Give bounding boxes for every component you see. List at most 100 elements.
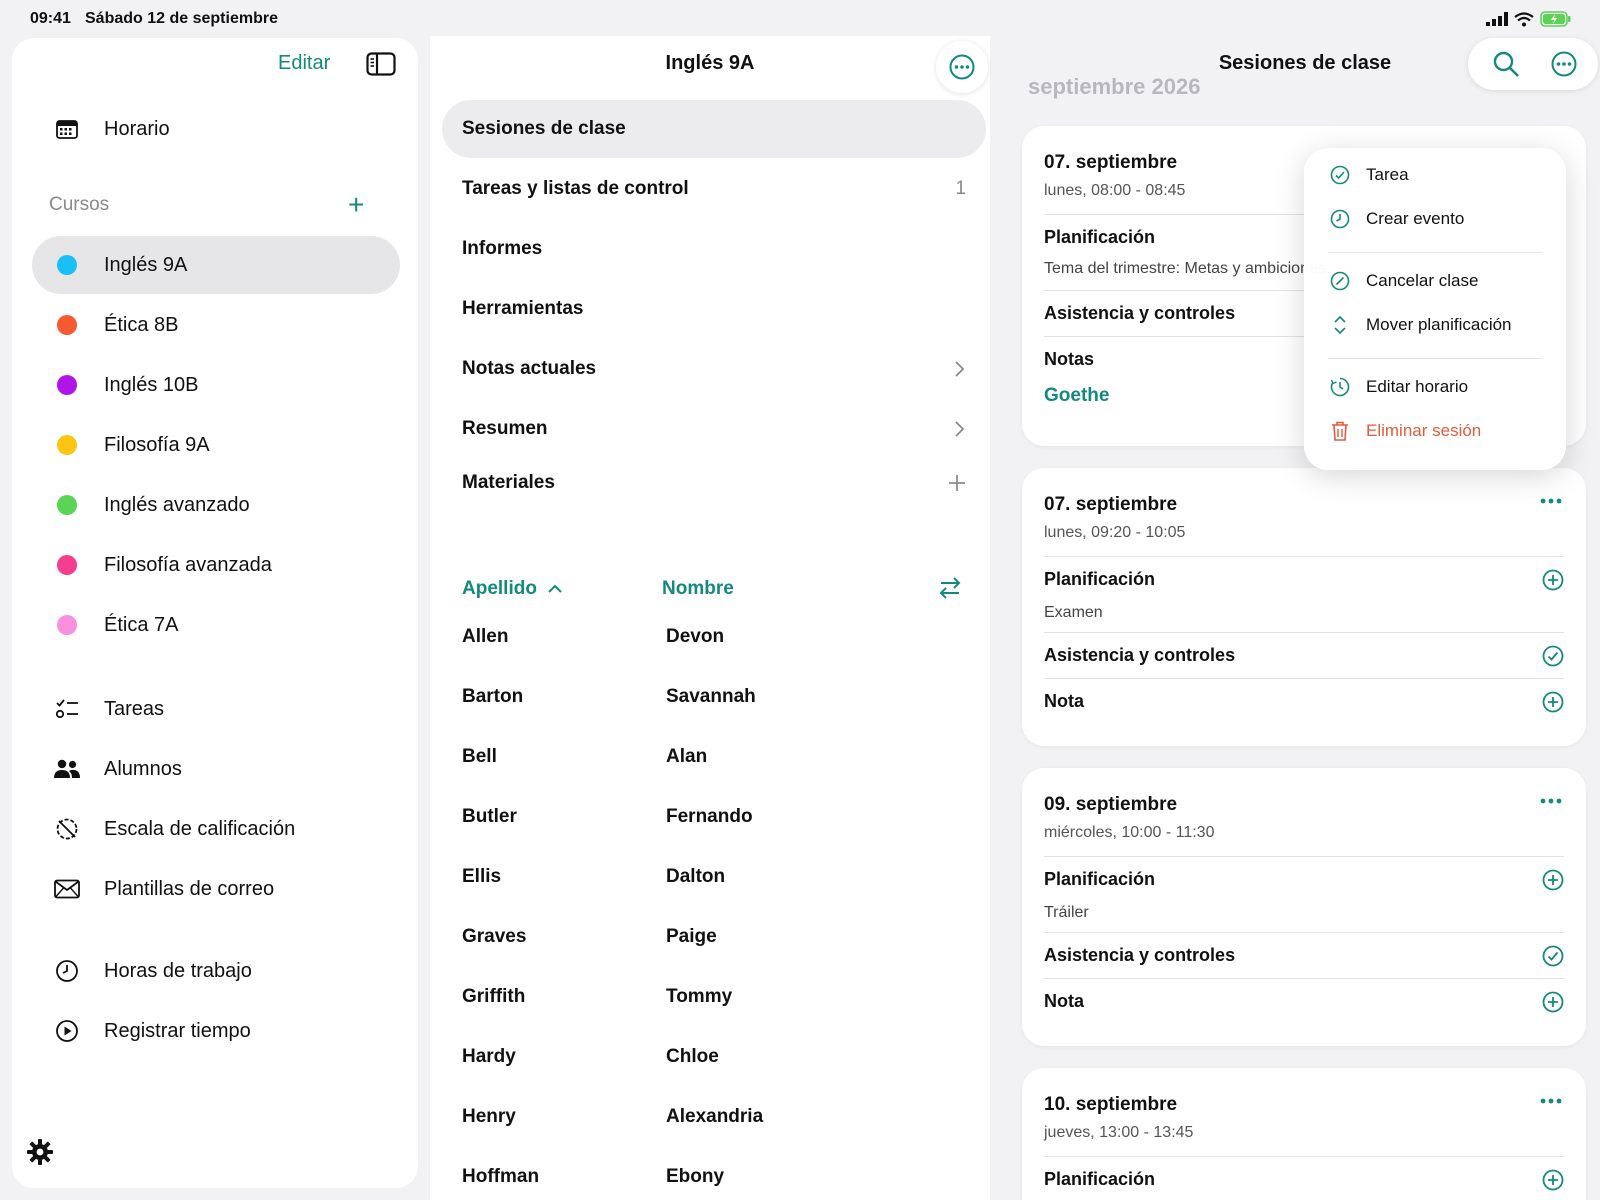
- nav-herramientas[interactable]: Herramientas: [442, 280, 986, 338]
- student-row[interactable]: Hoffman Ebony: [462, 1158, 962, 1198]
- sidebar-course-ingles-10b[interactable]: Inglés 10B: [32, 356, 400, 414]
- more-circle-icon[interactable]: [1550, 50, 1578, 78]
- cancel-circle-icon: [1328, 271, 1352, 291]
- student-row[interactable]: Hardy Chloe: [462, 1038, 962, 1078]
- note-row[interactable]: Nota: [1044, 678, 1564, 724]
- student-row[interactable]: Butler Fernando: [462, 798, 962, 838]
- menu-item-crear-evento[interactable]: Crear evento: [1328, 202, 1548, 236]
- student-row[interactable]: Barton Savannah: [462, 678, 962, 718]
- nav-notas-actuales[interactable]: Notas actuales: [442, 340, 986, 398]
- sort-first-name-button[interactable]: Nombre: [662, 578, 734, 600]
- edit-button[interactable]: Editar: [278, 52, 330, 75]
- session-card[interactable]: 09. septiembre miércoles, 10:00 - 11:30 …: [1022, 768, 1586, 1046]
- planning-text: Examen: [1044, 604, 1103, 621]
- plus-icon[interactable]: [948, 474, 966, 492]
- clock-edit-icon: [1328, 377, 1352, 397]
- attendance-row[interactable]: Asistencia y controles: [1044, 632, 1564, 678]
- student-row[interactable]: Griffith Tommy: [462, 978, 962, 1018]
- course-more-button[interactable]: [936, 41, 988, 93]
- sidebar-item-label: Horas de trabajo: [104, 959, 252, 982]
- student-row[interactable]: Allen Devon: [462, 618, 962, 658]
- student-row[interactable]: Graves Paige: [462, 918, 962, 958]
- menu-item-tarea[interactable]: Tarea: [1328, 158, 1548, 192]
- menu-item-editar-horario[interactable]: Editar horario: [1328, 370, 1548, 404]
- nav-tareas[interactable]: Tareas y listas de control 1: [442, 160, 986, 218]
- more-circle-icon: [949, 54, 975, 80]
- planning-row[interactable]: Planificación: [1044, 556, 1564, 632]
- sidebar-course-ingles-avanzado[interactable]: Inglés avanzado: [32, 476, 400, 534]
- nav-informes[interactable]: Informes: [442, 220, 986, 278]
- menu-item-label: Crear evento: [1366, 209, 1465, 228]
- sidebar-item-tareas[interactable]: Tareas: [32, 680, 400, 738]
- nav-resumen[interactable]: Resumen: [442, 400, 986, 458]
- student-first-name: Savannah: [666, 686, 756, 707]
- more-dots-icon[interactable]: [1540, 798, 1562, 804]
- battery-icon: [1540, 11, 1571, 27]
- chevron-updown-icon: [1328, 315, 1352, 335]
- menu-item-eliminar-sesion[interactable]: Eliminar sesión: [1328, 414, 1548, 448]
- sidebar-course-etica-7a[interactable]: Ética 7A: [32, 596, 400, 654]
- planning-label: Planificación: [1044, 227, 1156, 247]
- sidebar-item-label: Registrar tiempo: [104, 1019, 251, 1042]
- student-row[interactable]: Henry Alexandria: [462, 1098, 962, 1138]
- session-card[interactable]: 07. septiembre lunes, 09:20 - 10:05 Plan…: [1022, 468, 1586, 746]
- clock-icon: [1328, 209, 1352, 229]
- sidebar-item-horas-trabajo[interactable]: Horas de trabajo: [32, 942, 400, 1000]
- check-circle-icon[interactable]: [1542, 645, 1564, 667]
- menu-item-mover-planificacion[interactable]: Mover planificación: [1328, 308, 1548, 342]
- sidebar-course-label: Filosofía 9A: [104, 433, 210, 456]
- course-title: Inglés 9A: [665, 52, 755, 74]
- sidebar-course-etica-8b[interactable]: Ética 8B: [32, 296, 400, 354]
- nav-materiales[interactable]: Materiales: [442, 454, 986, 512]
- planning-row[interactable]: Planificación: [1044, 856, 1564, 932]
- planning-row[interactable]: Planificación: [1044, 1156, 1564, 1200]
- nav-label: Informes: [462, 238, 543, 259]
- note-row[interactable]: Nota: [1044, 978, 1564, 1024]
- plus-circle-icon[interactable]: [1542, 869, 1564, 891]
- sidebar-course-ingles-9a[interactable]: Inglés 9A: [32, 236, 400, 294]
- sidebar-item-registrar-tiempo[interactable]: Registrar tiempo: [32, 1002, 400, 1060]
- student-row[interactable]: Bell Alan: [462, 738, 962, 778]
- plus-circle-icon[interactable]: [1542, 1169, 1564, 1191]
- nav-sesiones[interactable]: Sesiones de clase: [442, 100, 986, 158]
- sidebar-course-filosofia-9a[interactable]: Filosofía 9A: [32, 416, 400, 474]
- check-circle-icon[interactable]: [1542, 945, 1564, 967]
- session-time: miércoles, 10:00 - 11:30: [1044, 824, 1215, 841]
- sidebar-item-label: Escala de calificación: [104, 817, 296, 840]
- settings-gear-icon[interactable]: [26, 1138, 54, 1166]
- plus-circle-icon[interactable]: [1542, 991, 1564, 1013]
- course-detail-column: Inglés 9A Sesiones de clase Tareas y lis…: [430, 36, 990, 1200]
- check-circle-icon: [1328, 165, 1352, 185]
- search-icon[interactable]: [1492, 50, 1520, 78]
- sidebar-item-plantillas[interactable]: Plantillas de correo: [32, 860, 400, 918]
- sidebar-course-label: Inglés avanzado: [104, 493, 250, 516]
- student-first-name: Dalton: [666, 866, 726, 887]
- add-course-button[interactable]: +: [348, 191, 364, 219]
- trash-icon: [1328, 421, 1352, 441]
- student-row[interactable]: Ellis Dalton: [462, 858, 962, 898]
- menu-item-cancelar-clase[interactable]: Cancelar clase: [1328, 264, 1548, 298]
- sort-last-name-button[interactable]: Apellido: [462, 578, 562, 600]
- sidebar-toggle-icon[interactable]: [366, 52, 396, 76]
- student-first-name: Fernando: [666, 806, 753, 827]
- status-bar: 09:41 Sábado 12 de septiembre: [0, 0, 1600, 36]
- sidebar-item-horario[interactable]: Horario: [32, 100, 400, 158]
- status-date: Sábado 12 de septiembre: [85, 10, 278, 27]
- attendance-label: Asistencia y controles: [1044, 945, 1236, 965]
- attendance-row[interactable]: Asistencia y controles: [1044, 932, 1564, 978]
- sidebar-item-label: Plantillas de correo: [104, 877, 275, 900]
- more-dots-icon[interactable]: [1540, 498, 1562, 504]
- plus-circle-icon[interactable]: [1542, 691, 1564, 713]
- student-first-name: Alexandria: [666, 1106, 764, 1127]
- more-dots-icon[interactable]: [1540, 1098, 1562, 1104]
- sidebar-item-escala[interactable]: Escala de calificación: [32, 800, 400, 858]
- plus-circle-icon[interactable]: [1542, 569, 1564, 591]
- student-first-name: Alan: [666, 746, 708, 767]
- session-date: 10. septiembre: [1044, 1094, 1178, 1115]
- swap-arrows-icon[interactable]: [938, 576, 962, 600]
- session-card[interactable]: 10. septiembre jueves, 13:00 - 13:45 Pla…: [1022, 1068, 1586, 1200]
- sidebar-item-alumnos[interactable]: Alumnos: [32, 740, 400, 798]
- student-last-name: Barton: [462, 686, 524, 707]
- sidebar-course-filosofia-avanzada[interactable]: Filosofía avanzada: [32, 536, 400, 594]
- student-last-name: Ellis: [462, 866, 502, 887]
